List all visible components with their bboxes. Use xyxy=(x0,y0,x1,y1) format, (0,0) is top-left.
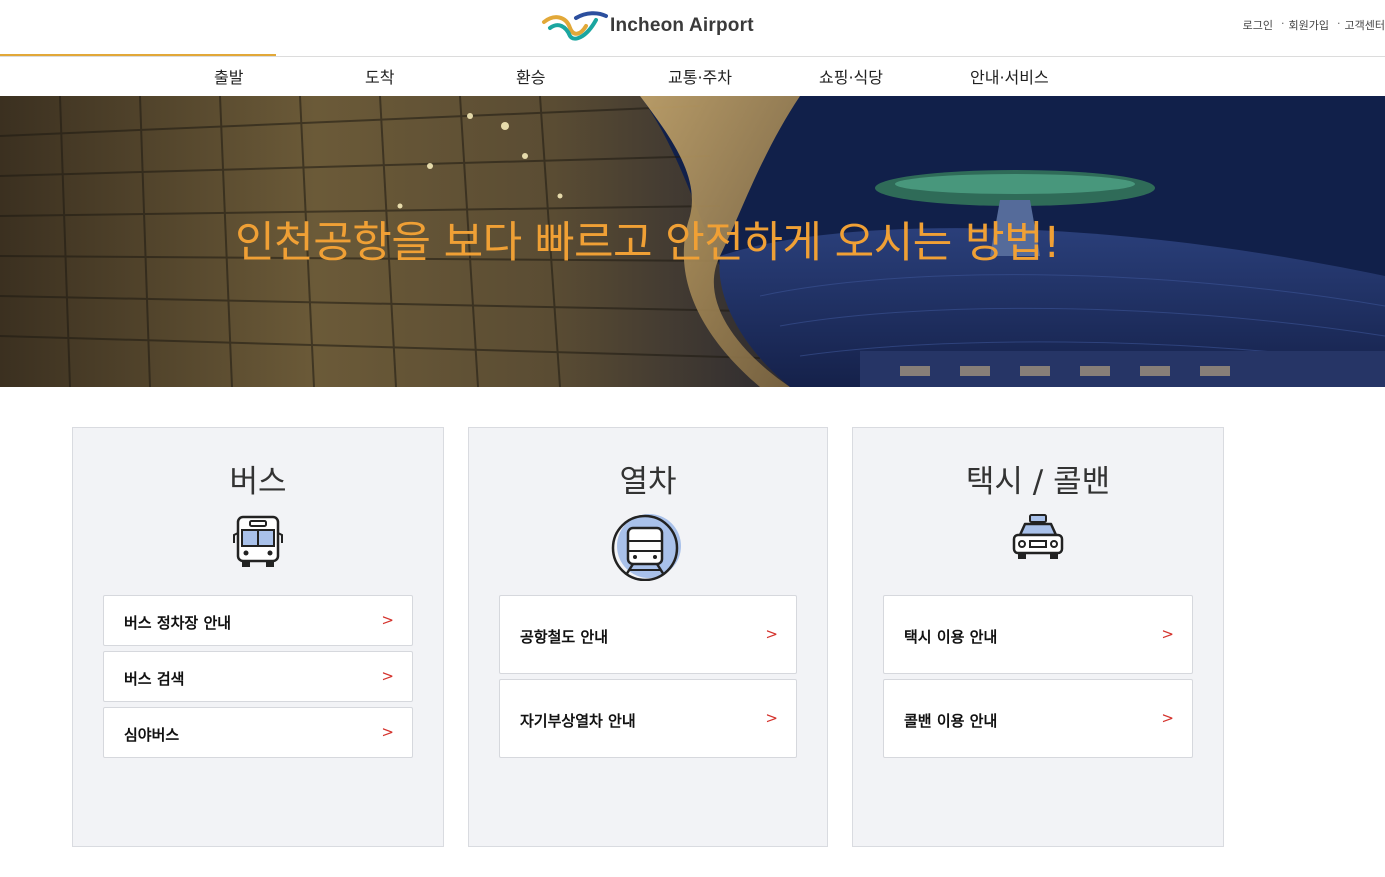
chevron-right-icon: > xyxy=(1161,709,1174,727)
chevron-right-icon: > xyxy=(765,625,778,643)
night-bus-link[interactable]: 심야버스 > xyxy=(103,707,413,758)
taxi-card: 택시 / 콜밴 택시 이용 안내 > 콜밴 이용 안내 > xyxy=(852,427,1224,847)
airport-railroad-link[interactable]: 공항철도 안내 > xyxy=(499,595,797,674)
bus-card-title: 버스 xyxy=(229,464,287,500)
chevron-right-icon: > xyxy=(381,723,394,741)
link-label: 버스 검색 xyxy=(124,670,185,688)
nav-departure[interactable]: 출발 xyxy=(214,64,243,88)
train-card-title: 열차 xyxy=(619,464,677,500)
chevron-right-icon: > xyxy=(1161,625,1174,643)
nav-divider xyxy=(0,56,1385,57)
maglev-train-link[interactable]: 자기부상열차 안내 > xyxy=(499,679,797,758)
nav-transfer[interactable]: 환승 xyxy=(516,64,545,88)
nav-transport-parking[interactable]: 교통·주차 xyxy=(668,64,732,88)
hero-title: 인천공항을 보다 빠르고 안전하게 오시는 방법! xyxy=(235,218,1060,268)
login-link[interactable]: 로그인 xyxy=(1243,17,1273,33)
site-header: Incheon Airport 로그인 · 회원가입 · 고객센터 출발 도착 … xyxy=(0,0,1385,96)
train-card: 열차 공항철도 안내 > 자기부상열차 안내 > xyxy=(468,427,828,847)
signup-link[interactable]: 회원가입 xyxy=(1289,17,1329,33)
airport-logo-icon xyxy=(542,11,608,41)
link-label: 택시 이용 안내 xyxy=(904,628,998,646)
bus-icon xyxy=(231,513,285,573)
link-label: 심야버스 xyxy=(124,726,180,744)
call-van-info-link[interactable]: 콜밴 이용 안내 > xyxy=(883,679,1193,758)
main-nav: 출발 도착 환승 교통·주차 쇼핑·식당 안내·서비스 xyxy=(0,64,1385,88)
taxi-info-link[interactable]: 택시 이용 안내 > xyxy=(883,595,1193,674)
taxi-icon xyxy=(1010,513,1066,567)
customer-center-link[interactable]: 고객센터 xyxy=(1345,17,1385,33)
utility-links: 로그인 · 회원가입 · 고객센터 xyxy=(1243,17,1385,33)
train-icon xyxy=(611,513,685,585)
nav-arrival[interactable]: 도착 xyxy=(365,64,394,88)
chevron-right-icon: > xyxy=(381,667,394,685)
link-label: 자기부상열차 안내 xyxy=(520,712,636,730)
separator-dot: · xyxy=(1337,17,1341,30)
bus-search-link[interactable]: 버스 검색 > xyxy=(103,651,413,702)
nav-info-service[interactable]: 안내·서비스 xyxy=(970,64,1049,88)
link-label: 버스 정차장 안내 xyxy=(124,614,232,632)
bus-card: 버스 버스 정차장 안내 > 버스 검색 > 심야버스 > xyxy=(72,427,444,847)
link-label: 콜밴 이용 안내 xyxy=(904,712,998,730)
chevron-right-icon: > xyxy=(765,709,778,727)
logo-text: Incheon Airport xyxy=(610,15,754,36)
link-label: 공항철도 안내 xyxy=(520,628,609,646)
taxi-card-title: 택시 / 콜밴 xyxy=(965,464,1111,500)
separator-dot: · xyxy=(1281,17,1285,30)
hero-banner: 인천공항을 보다 빠르고 안전하게 오시는 방법! xyxy=(0,96,1385,387)
chevron-right-icon: > xyxy=(381,611,394,629)
incheon-airport-logo[interactable]: Incheon Airport xyxy=(540,8,754,44)
bus-stop-info-link[interactable]: 버스 정차장 안내 > xyxy=(103,595,413,646)
nav-shopping-dining[interactable]: 쇼핑·식당 xyxy=(819,64,883,88)
